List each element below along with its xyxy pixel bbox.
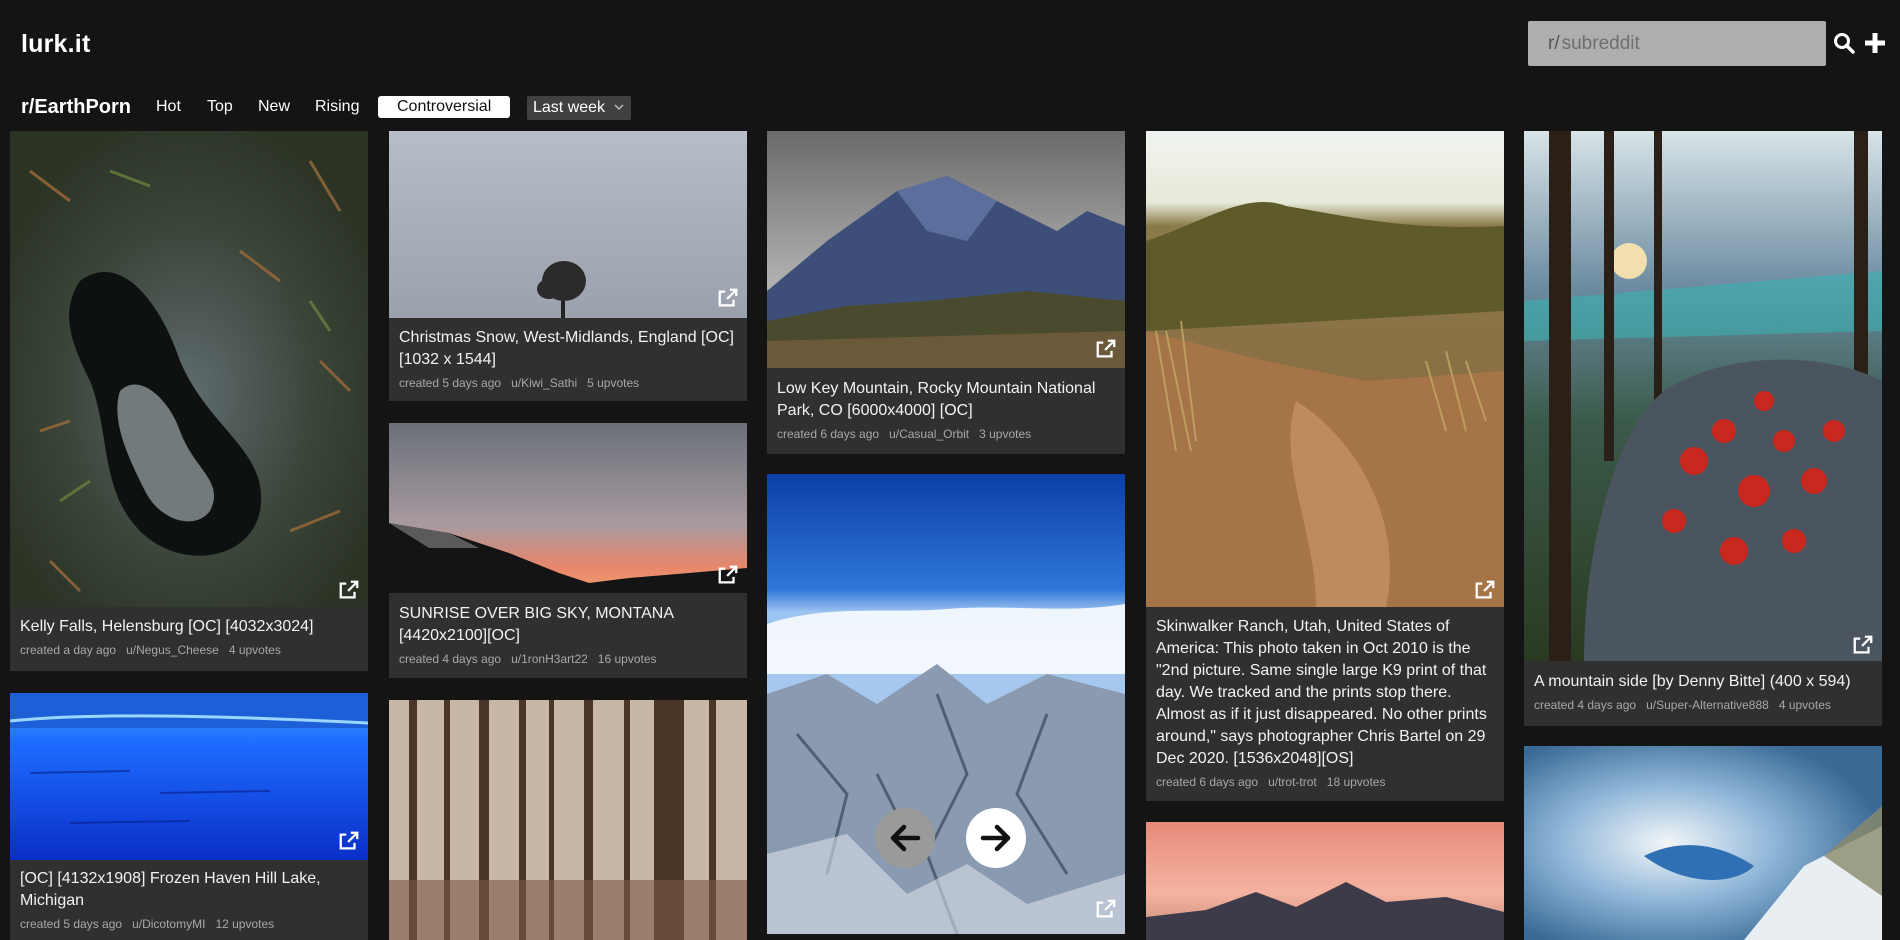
search-icon[interactable] [1829, 28, 1859, 58]
post-created: created 4 days ago [399, 652, 502, 666]
post-image[interactable] [1524, 746, 1882, 940]
post-card[interactable]: Christmas Snow, West-Midlands, England [… [389, 131, 747, 401]
post-upvotes: 18 upvotes [1326, 775, 1386, 789]
post-upvotes: 4 upvotes [228, 643, 281, 657]
external-link-icon[interactable] [1852, 634, 1874, 656]
post-title[interactable]: Christmas Snow, West-Midlands, England [… [399, 327, 737, 371]
post-title[interactable]: Skinwalker Ranch, Utah, United States of… [1156, 616, 1494, 770]
post-image[interactable] [389, 131, 747, 318]
subreddit-nav: r/EarthPorn Hot Top New Rising Controver… [0, 94, 1900, 124]
period-value: Last week [533, 99, 606, 116]
post-author[interactable]: u/trot-trot [1268, 775, 1317, 789]
post-title[interactable]: A mountain side [by Denny Bitte] (400 x … [1534, 671, 1872, 693]
post-upvotes: 5 upvotes [587, 376, 640, 390]
post-created: created 5 days ago [399, 376, 502, 390]
chevron-down-icon [614, 104, 624, 111]
post-image[interactable] [389, 423, 747, 593]
tab-controversial[interactable]: Controversial [378, 96, 511, 118]
subreddit-search[interactable]: r/ [1528, 21, 1826, 66]
post-created: created 6 days ago [1156, 775, 1259, 789]
post-image[interactable] [1524, 131, 1882, 661]
external-link-icon[interactable] [1474, 579, 1496, 601]
tab-rising[interactable]: Rising [315, 98, 359, 116]
post-created: created a day ago [20, 643, 117, 657]
external-link-icon[interactable] [717, 287, 739, 309]
post-title[interactable]: Low Key Mountain, Rocky Mountain Nationa… [777, 378, 1115, 422]
plus-icon[interactable] [1860, 28, 1890, 58]
post-title[interactable]: Kelly Falls, Helensburg [OC] [4032x3024] [20, 616, 358, 638]
search-input[interactable] [1561, 32, 1782, 55]
post-card[interactable]: [OC] [4132x1908] Frozen Haven Hill Lake,… [10, 693, 368, 940]
search-prefix: r/ [1548, 32, 1560, 54]
next-image-button[interactable] [966, 808, 1026, 868]
post-image[interactable] [10, 693, 368, 860]
arrow-left-icon [890, 824, 921, 852]
tab-top[interactable]: Top [207, 98, 233, 116]
post-author[interactable]: u/Casual_Orbit [889, 427, 969, 441]
post-upvotes: 12 upvotes [215, 917, 275, 931]
post-card[interactable] [1146, 822, 1504, 940]
post-card[interactable]: Kelly Falls, Helensburg [OC] [4032x3024]… [10, 131, 368, 671]
prev-image-button[interactable] [875, 808, 935, 868]
post-image[interactable] [1146, 131, 1504, 607]
post-author[interactable]: u/DicotomyMI [132, 917, 205, 931]
arrow-right-icon [980, 824, 1011, 852]
external-link-icon[interactable] [338, 579, 360, 601]
post-upvotes: 16 upvotes [597, 652, 657, 666]
post-image[interactable] [767, 131, 1125, 368]
post-upvotes: 4 upvotes [1778, 698, 1831, 712]
app-logo[interactable]: lurk.it [21, 30, 90, 59]
external-link-icon[interactable] [1095, 338, 1117, 360]
post-card[interactable] [1524, 746, 1882, 940]
post-card[interactable] [389, 700, 747, 940]
post-card[interactable]: Skinwalker Ranch, Utah, United States of… [1146, 131, 1504, 801]
top-bar: lurk.it r/ [0, 0, 1900, 90]
post-card[interactable]: Low Key Mountain, Rocky Mountain Nationa… [767, 131, 1125, 454]
post-title[interactable]: SUNRISE OVER BIG SKY, MONTANA [4420x2100… [399, 603, 737, 647]
post-image[interactable] [1146, 822, 1504, 940]
post-created: created 4 days ago [1534, 698, 1637, 712]
post-title[interactable]: [OC] [4132x1908] Frozen Haven Hill Lake,… [20, 868, 358, 912]
post-gallery-image[interactable] [767, 474, 1125, 934]
post-card[interactable]: SUNRISE OVER BIG SKY, MONTANA [4420x2100… [389, 423, 747, 678]
post-image[interactable] [10, 131, 368, 607]
subreddit-title: r/EarthPorn [21, 96, 132, 118]
post-created: created 6 days ago [777, 427, 880, 441]
post-upvotes: 3 upvotes [979, 427, 1032, 441]
post-created: created 5 days ago [20, 917, 123, 931]
post-image[interactable] [389, 700, 747, 940]
external-link-icon[interactable] [717, 564, 739, 586]
period-select[interactable]: Last week [527, 96, 631, 120]
tab-hot[interactable]: Hot [156, 98, 181, 116]
tab-new[interactable]: New [258, 98, 290, 116]
post-card[interactable] [767, 474, 1125, 934]
post-author[interactable]: u/Kiwi_Sathi [511, 376, 577, 390]
external-link-icon[interactable] [338, 830, 360, 852]
post-author[interactable]: u/Negus_Cheese [126, 643, 219, 657]
post-author[interactable]: u/Super-Alternative888 [1646, 698, 1769, 712]
post-card[interactable]: A mountain side [by Denny Bitte] (400 x … [1524, 131, 1882, 726]
external-link-icon[interactable] [1095, 898, 1117, 920]
post-author[interactable]: u/1ronH3art22 [511, 652, 588, 666]
